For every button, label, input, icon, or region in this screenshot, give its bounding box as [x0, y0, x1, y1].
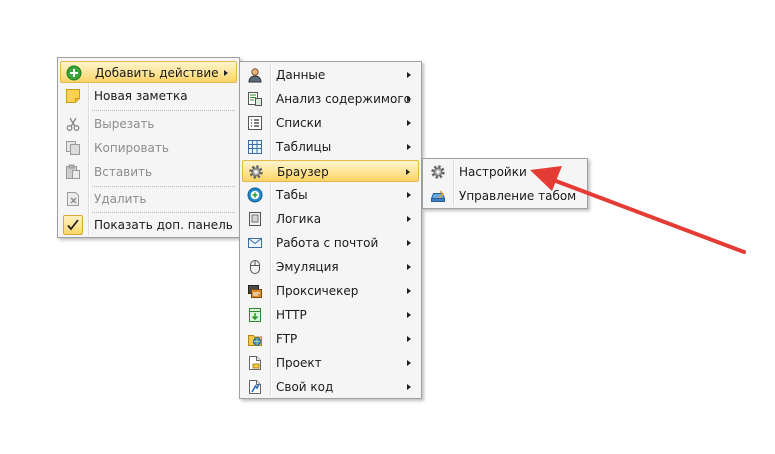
- gear-icon: [248, 164, 264, 180]
- submenu-item-label: Проксичекер: [276, 284, 359, 298]
- submenu-arrow-icon: [224, 70, 228, 76]
- menu-item-new-note[interactable]: Новая заметка: [60, 85, 237, 107]
- submenu-item-label: Таблицы: [276, 140, 332, 154]
- submenu-item-label: Браузер: [277, 165, 329, 179]
- submenu-arrow-icon: [407, 240, 411, 246]
- submenu-arrow-icon: [407, 216, 411, 222]
- submenu-arrow-icon: [407, 192, 411, 198]
- submenu-arrow-icon: [407, 120, 411, 126]
- submenu-arrow-icon: [406, 169, 410, 175]
- submenu-item-label: Анализ содержимого: [276, 92, 411, 106]
- submenu-item-browser[interactable]: Браузер: [242, 160, 419, 182]
- scissors-icon: [65, 116, 81, 132]
- tab-control-icon: [430, 188, 446, 204]
- context-menu: Добавить действие Новая заметка Вырезать…: [57, 57, 240, 238]
- content-analysis-icon: [247, 91, 263, 107]
- submenu-item-label: Табы: [276, 188, 308, 202]
- list-icon: [247, 115, 263, 131]
- submenu-item-label: Эмуляция: [276, 260, 339, 274]
- submenu-item-label: Работа с почтой: [276, 236, 379, 250]
- submenu-item-settings[interactable]: Настройки: [425, 161, 585, 183]
- menu-item-cut[interactable]: Вырезать: [60, 113, 237, 135]
- menu-item-label: Вырезать: [94, 117, 155, 131]
- menu-item-label: Удалить: [94, 192, 147, 206]
- menu-item-paste[interactable]: Вставить: [60, 161, 237, 183]
- mail-icon: [247, 235, 263, 251]
- submenu-item-label: HTTP: [276, 308, 307, 322]
- submenu-item-lists[interactable]: Списки: [242, 112, 419, 134]
- menu-item-label: Показать доп. панель: [94, 218, 233, 232]
- submenu-item-mail[interactable]: Работа с почтой: [242, 232, 419, 254]
- submenu-item-tab-control[interactable]: Управление табом: [425, 185, 585, 207]
- menu-item-copy[interactable]: Копировать: [60, 137, 237, 159]
- table-icon: [247, 139, 263, 155]
- submenu-item-data[interactable]: Данные: [242, 64, 419, 86]
- menu-item-delete[interactable]: Удалить: [60, 188, 237, 210]
- submenu-arrow-icon: [407, 312, 411, 318]
- menu-separator: [92, 212, 235, 213]
- submenu-arrow-icon: [407, 360, 411, 366]
- submenu-arrow-icon: [407, 144, 411, 150]
- submenu-item-label: FTP: [276, 332, 298, 346]
- delete-icon: [65, 191, 81, 207]
- browser-submenu: Настройки Управление табом: [422, 158, 588, 209]
- menu-separator: [92, 110, 235, 111]
- submenu-arrow-icon: [407, 264, 411, 270]
- http-icon: [247, 307, 263, 323]
- submenu-arrow-icon: [407, 72, 411, 78]
- add-action-icon: [66, 65, 82, 81]
- submenu-arrow-icon: [407, 384, 411, 390]
- proxy-checker-icon: [247, 283, 263, 299]
- submenu-arrow-icon: [407, 336, 411, 342]
- menu-separator: [92, 186, 235, 187]
- ftp-icon: [247, 331, 263, 347]
- submenu-item-label: Проект: [276, 356, 322, 370]
- submenu-item-content-analysis[interactable]: Анализ содержимого: [242, 88, 419, 110]
- submenu-item-label: Логика: [276, 212, 322, 226]
- gear-icon: [430, 164, 446, 180]
- submenu-item-project[interactable]: Проект: [242, 352, 419, 374]
- submenu-item-custom-code[interactable]: Свой код: [242, 376, 419, 398]
- tabs-icon: [247, 187, 263, 203]
- submenu-item-emulation[interactable]: Эмуляция: [242, 256, 419, 278]
- submenu-item-label: Свой код: [276, 380, 334, 394]
- checkmark-icon: [63, 215, 83, 235]
- project-icon: [247, 355, 263, 371]
- custom-code-icon: [247, 379, 263, 395]
- menu-item-label: Новая заметка: [94, 89, 188, 103]
- submenu-item-label: Настройки: [459, 165, 527, 179]
- menu-item-add-action[interactable]: Добавить действие: [60, 61, 237, 83]
- actions-submenu: Данные Анализ содержимого Списки Таблицы…: [239, 61, 422, 399]
- note-icon: [65, 88, 81, 104]
- submenu-item-tables[interactable]: Таблицы: [242, 136, 419, 158]
- menu-item-label: Копировать: [94, 141, 169, 155]
- submenu-item-logic[interactable]: Логика: [242, 208, 419, 230]
- copy-icon: [65, 140, 81, 156]
- submenu-item-http[interactable]: HTTP: [242, 304, 419, 326]
- menu-item-show-panel[interactable]: Показать доп. панель: [60, 214, 237, 236]
- menu-item-label: Вставить: [94, 165, 153, 179]
- submenu-arrow-icon: [407, 96, 411, 102]
- mouse-icon: [247, 259, 263, 275]
- submenu-item-proxy-checker[interactable]: Проксичекер: [242, 280, 419, 302]
- submenu-item-label: Данные: [276, 68, 326, 82]
- submenu-arrow-icon: [407, 288, 411, 294]
- menu-item-label: Добавить действие: [95, 66, 219, 80]
- submenu-item-label: Управление табом: [459, 189, 577, 203]
- submenu-item-label: Списки: [276, 116, 322, 130]
- submenu-item-tabs[interactable]: Табы: [242, 184, 419, 206]
- submenu-item-ftp[interactable]: FTP: [242, 328, 419, 350]
- logic-icon: [247, 211, 263, 227]
- paste-icon: [65, 164, 81, 180]
- user-data-icon: [247, 67, 263, 83]
